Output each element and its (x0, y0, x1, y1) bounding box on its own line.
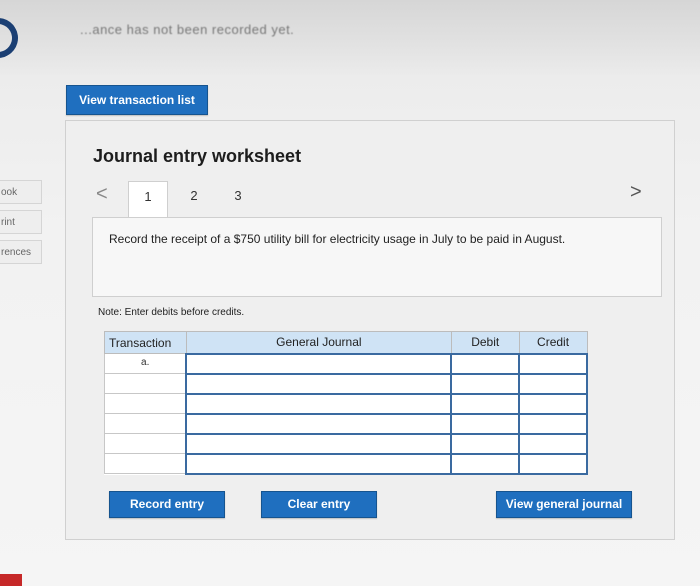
credit-input[interactable] (518, 372, 588, 395)
transaction-cell (104, 433, 187, 454)
record-entry-button[interactable]: Record entry (109, 491, 225, 518)
transaction-cell: a. (104, 353, 187, 374)
left-nav: ook rint rences (0, 180, 42, 270)
account-input[interactable] (185, 432, 453, 455)
next-page-arrow-icon[interactable]: > (630, 181, 642, 204)
debit-input[interactable] (450, 412, 521, 435)
worksheet-title: Journal entry worksheet (93, 146, 302, 166)
left-nav-item-ebook[interactable]: ook (0, 180, 42, 204)
cut-header-text: ...ance has not been recorded yet. (80, 22, 295, 37)
top-strip (0, 0, 700, 75)
account-input[interactable] (185, 412, 453, 435)
transaction-cell (104, 413, 187, 434)
header-credit: Credit (518, 331, 588, 354)
journal-entry-table: Transaction General Journal Debit Credit… (104, 331, 588, 475)
account-input[interactable] (185, 372, 453, 395)
red-corner-badge (0, 574, 22, 586)
account-input[interactable] (185, 352, 453, 375)
table-row (104, 452, 588, 475)
transaction-cell (104, 393, 187, 414)
account-input[interactable] (185, 392, 453, 415)
debit-input[interactable] (450, 372, 521, 395)
header-transaction: Transaction (104, 331, 187, 354)
credit-input[interactable] (518, 352, 588, 375)
page-tab-2[interactable]: 2 (174, 181, 214, 217)
table-row (104, 432, 588, 455)
debit-input[interactable] (450, 452, 521, 475)
view-transaction-list-button[interactable]: View transaction list (66, 85, 208, 115)
transaction-cell (104, 373, 187, 394)
table-row (104, 372, 588, 395)
table-row (104, 412, 588, 435)
transaction-description-box: Record the receipt of a $750 utility bil… (92, 217, 662, 297)
credit-input[interactable] (518, 452, 588, 475)
transaction-cell (104, 453, 187, 474)
page-tab-1[interactable]: 1 (128, 181, 168, 217)
left-nav-item-print[interactable]: rint (0, 210, 42, 234)
page-tab-3[interactable]: 3 (218, 181, 258, 217)
header-general-journal: General Journal (185, 331, 452, 354)
credit-input[interactable] (518, 392, 588, 415)
debit-input[interactable] (450, 392, 521, 415)
table-row (104, 392, 588, 415)
left-nav-item-references[interactable]: rences (0, 240, 42, 264)
clear-entry-button[interactable]: Clear entry (261, 491, 377, 518)
credit-input[interactable] (518, 412, 588, 435)
account-input[interactable] (185, 452, 453, 475)
transaction-description: Record the receipt of a $750 utility bil… (109, 232, 566, 246)
table-row: a. (104, 352, 588, 375)
debit-input[interactable] (450, 432, 521, 455)
prev-page-arrow-icon[interactable]: < (96, 183, 108, 206)
view-general-journal-button[interactable]: View general journal (496, 491, 632, 518)
note-text: Note: Enter debits before credits. (98, 307, 245, 318)
header-debit: Debit (450, 331, 520, 354)
journal-entry-worksheet-panel: Journal entry worksheet < 1 2 3 > Record… (65, 120, 675, 540)
debit-input[interactable] (450, 352, 521, 375)
credit-input[interactable] (518, 432, 588, 455)
